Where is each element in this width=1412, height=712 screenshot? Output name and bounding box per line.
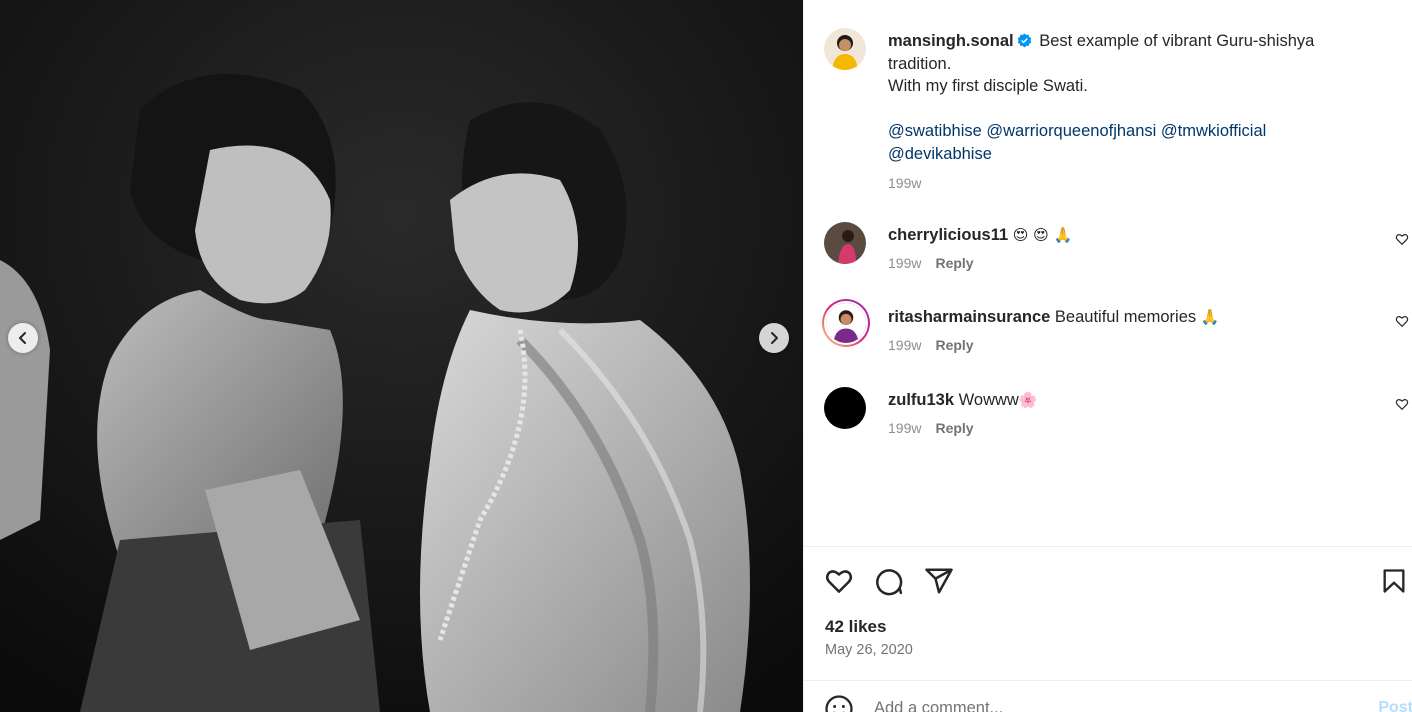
next-photo-button[interactable] (759, 323, 789, 353)
post-media[interactable] (0, 0, 803, 712)
comment-username[interactable]: cherrylicious11 (888, 226, 1008, 244)
commenter-avatar-image (824, 301, 868, 345)
comment-meta: 199w Reply (888, 420, 974, 436)
comment-item: ritasharmainsurance Beautiful memories 🙏… (804, 299, 1412, 366)
emoji-smile-icon[interactable] (824, 694, 854, 712)
caption-timestamp: 199w (888, 172, 1358, 195)
comments-list[interactable]: mansingh.sonal Best example of vibrant G… (804, 0, 1412, 546)
post-caption: mansingh.sonal Best example of vibrant G… (888, 30, 1358, 195)
comment-text: zulfu13k Wowww🌸 (888, 389, 1038, 411)
comment-username[interactable]: ritasharmainsurance (888, 308, 1050, 326)
caption-line-2: With my first disciple Swati. (888, 77, 1088, 95)
section-divider (804, 546, 1412, 547)
mention-link[interactable]: @devikabhise (888, 145, 992, 163)
comment-input[interactable] (874, 695, 1344, 712)
comment-text: ritasharmainsurance Beautiful memories 🙏 (888, 306, 1219, 328)
bookmark-icon[interactable] (1380, 566, 1408, 596)
comment-username[interactable]: zulfu13k (888, 391, 954, 409)
previous-photo-button[interactable] (8, 323, 38, 353)
author-avatar[interactable] (824, 28, 866, 70)
comment-emoji: 🌸 (1018, 391, 1038, 409)
comment-text: cherrylicious11 😍 😍 🙏 (888, 224, 1072, 246)
comment-time: 199w (888, 337, 922, 353)
post-side-panel: mansingh.sonal Best example of vibrant G… (803, 0, 1412, 712)
comment-like-heart-icon[interactable] (1395, 314, 1409, 328)
share-icon[interactable] (924, 566, 954, 596)
comment-icon[interactable] (874, 566, 904, 596)
mention-link[interactable]: @warriorqueenofjhansi (986, 122, 1156, 140)
comment-time: 199w (888, 255, 922, 271)
commenter-avatar-story-ring[interactable] (822, 299, 870, 347)
comment-emoji: 😍 😍 🙏 (1012, 226, 1073, 244)
post-photo (0, 0, 803, 712)
comment-item: cherrylicious11 😍 😍 🙏 199w Reply (804, 222, 1412, 284)
reply-button[interactable]: Reply (935, 337, 973, 353)
caption-username[interactable]: mansingh.sonal (888, 32, 1014, 50)
commenter-avatar[interactable] (824, 222, 866, 264)
reply-button[interactable]: Reply (935, 420, 973, 436)
comment-item: zulfu13k Wowww🌸 199w Reply (804, 387, 1412, 449)
chevron-right-icon (771, 332, 778, 344)
comment-body: Wowww (958, 391, 1019, 409)
post-comment-button[interactable]: Post (1378, 699, 1412, 712)
post-date: May 26, 2020 (825, 642, 913, 658)
comment-like-heart-icon[interactable] (1395, 232, 1409, 246)
comment-time: 199w (888, 420, 922, 436)
post-action-bar (804, 560, 1412, 600)
add-comment-bar: Post (804, 681, 1412, 712)
comment-meta: 199w Reply (888, 255, 974, 271)
commenter-avatar[interactable] (824, 387, 866, 429)
reply-button[interactable]: Reply (935, 255, 973, 271)
chevron-left-icon (19, 332, 26, 344)
author-avatar-image (824, 28, 866, 70)
heart-icon[interactable] (824, 566, 854, 596)
comment-emoji: 🙏 (1200, 308, 1220, 326)
verified-badge-icon (1017, 33, 1031, 48)
comment-meta: 199w Reply (888, 337, 974, 353)
commenter-avatar-image (824, 222, 866, 264)
comment-body: Beautiful memories (1054, 308, 1197, 326)
mention-link[interactable]: @swatibhise (888, 122, 982, 140)
comment-like-heart-icon[interactable] (1395, 397, 1409, 411)
mention-link[interactable]: @tmwkiofficial (1161, 122, 1266, 140)
likes-count[interactable]: 42 likes (825, 617, 886, 637)
caption-time: 199w (888, 175, 922, 191)
